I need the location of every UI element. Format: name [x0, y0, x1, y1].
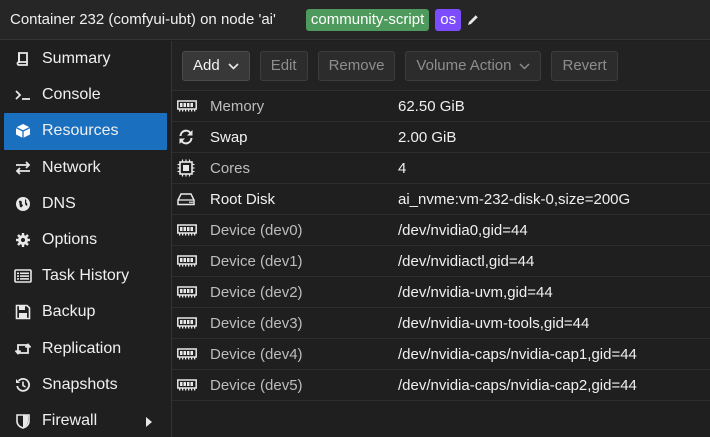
sidebar-item-task-history[interactable]: Task History	[0, 258, 171, 294]
sidebar-item-network[interactable]: Network	[0, 150, 171, 186]
row-value: /dev/nvidia0,gid=44	[398, 221, 528, 239]
row-value: /dev/nvidiactl,gid=44	[398, 252, 535, 270]
row-value: ai_nvme:vm-232-disk-0,size=200G	[398, 190, 631, 208]
sidebar-item-label: Backup	[42, 303, 96, 321]
refresh-icon	[172, 129, 210, 145]
sidebar: Summary Console Resources Network DNS Op…	[0, 41, 172, 437]
sidebar-item-label: Firewall	[42, 411, 98, 429]
row-value: /dev/nvidia-caps/nvidia-cap2,gid=44	[398, 376, 637, 394]
sidebar-item-snapshots[interactable]: Snapshots	[0, 367, 171, 403]
row-key: Swap	[210, 128, 248, 146]
row-key: Root Disk	[210, 190, 276, 208]
row-key: Memory	[210, 97, 265, 115]
book-icon	[13, 50, 33, 68]
revert-button[interactable]: Revert	[551, 50, 618, 81]
device-icon	[172, 286, 210, 298]
sidebar-item-console[interactable]: Console	[0, 77, 171, 113]
sidebar-item-label: DNS	[42, 194, 76, 212]
toolbar: Add Edit Remove Volume Action Revert	[172, 41, 710, 91]
cube-icon	[13, 122, 33, 140]
sidebar-item-options[interactable]: Options	[0, 222, 171, 258]
memory-icon	[172, 100, 210, 112]
row-key: Device (dev4)	[210, 345, 303, 363]
resources-grid: Memory 62.50 GiB Swap 2.00 GiB Cores 4 R…	[172, 91, 710, 437]
edit-button[interactable]: Edit	[259, 50, 308, 81]
row-key: Device (dev5)	[210, 376, 303, 394]
table-row[interactable]: Device (dev3) /dev/nvidia-uvm-tools,gid=…	[172, 308, 710, 339]
device-icon	[172, 255, 210, 267]
gear-icon	[13, 231, 33, 249]
sidebar-item-label: Task History	[42, 267, 130, 285]
device-icon	[172, 348, 210, 360]
volume-action-label: Volume Action	[416, 56, 512, 74]
table-row[interactable]: Device (dev5) /dev/nvidia-caps/nvidia-ca…	[172, 370, 710, 401]
terminal-icon	[13, 86, 33, 104]
remove-button-label: Remove	[328, 56, 385, 74]
row-key: Device (dev0)	[210, 221, 303, 239]
table-row[interactable]: Root Disk ai_nvme:vm-232-disk-0,size=200…	[172, 184, 710, 215]
device-icon	[172, 317, 210, 329]
table-row[interactable]: Swap 2.00 GiB	[172, 122, 710, 153]
row-key: Device (dev3)	[210, 314, 303, 332]
add-button-label: Add	[193, 56, 220, 74]
sidebar-item-summary[interactable]: Summary	[0, 41, 171, 77]
row-value: /dev/nvidia-uvm,gid=44	[398, 283, 553, 301]
row-key: Cores	[210, 159, 251, 177]
table-row[interactable]: Device (dev2) /dev/nvidia-uvm,gid=44	[172, 277, 710, 308]
shield-icon	[13, 412, 33, 430]
device-icon	[172, 224, 210, 236]
table-row[interactable]: Device (dev1) /dev/nvidiactl,gid=44	[172, 246, 710, 277]
sidebar-item-label: Network	[42, 158, 101, 176]
page-title: Container 232 (comfyui-ubt) on node 'ai'	[10, 11, 276, 28]
table-row[interactable]: Memory 62.50 GiB	[172, 91, 710, 122]
add-button[interactable]: Add	[182, 50, 250, 81]
volume-action-button[interactable]: Volume Action	[405, 50, 542, 81]
list-icon	[13, 267, 33, 285]
sidebar-item-label: Resources	[42, 122, 119, 140]
chevron-down-icon	[228, 52, 239, 80]
row-value: 62.50 GiB	[398, 97, 465, 115]
row-value: /dev/nvidia-caps/nvidia-cap1,gid=44	[398, 345, 637, 363]
title-bar: Container 232 (comfyui-ubt) on node 'ai'…	[0, 0, 710, 40]
sidebar-item-label: Snapshots	[42, 375, 118, 393]
row-value: 4	[398, 159, 407, 177]
globe-icon	[13, 195, 33, 213]
revert-button-label: Revert	[562, 56, 607, 74]
exchange-icon	[13, 159, 33, 177]
row-value: /dev/nvidia-uvm-tools,gid=44	[398, 314, 590, 332]
sidebar-item-firewall[interactable]: Firewall	[0, 403, 171, 437]
hdd-icon	[172, 192, 210, 206]
sidebar-item-dns[interactable]: DNS	[0, 186, 171, 222]
chevron-down-icon	[519, 52, 530, 80]
history-icon	[13, 376, 33, 394]
device-icon	[172, 379, 210, 391]
table-row[interactable]: Cores 4	[172, 153, 710, 184]
row-key: Device (dev2)	[210, 283, 303, 301]
edit-button-label: Edit	[270, 56, 297, 74]
sidebar-item-replication[interactable]: Replication	[0, 331, 171, 367]
sidebar-item-label: Replication	[42, 339, 122, 357]
retweet-icon	[13, 340, 33, 358]
sidebar-item-resources[interactable]: Resources	[4, 113, 167, 150]
sidebar-item-label: Options	[42, 231, 98, 249]
floppy-icon	[13, 303, 33, 321]
sidebar-item-backup[interactable]: Backup	[0, 294, 171, 330]
cpu-icon	[172, 159, 210, 177]
table-row[interactable]: Device (dev0) /dev/nvidia0,gid=44	[172, 215, 710, 246]
tag-os[interactable]: os	[435, 8, 462, 31]
edit-tags-icon[interactable]	[466, 13, 480, 27]
remove-button[interactable]: Remove	[317, 50, 396, 81]
table-row[interactable]: Device (dev4) /dev/nvidia-caps/nvidia-ca…	[172, 339, 710, 370]
sidebar-item-label: Console	[42, 86, 101, 104]
caret-right-icon[interactable]	[145, 415, 153, 433]
row-key: Device (dev1)	[210, 252, 303, 270]
sidebar-item-label: Summary	[42, 50, 111, 68]
row-value: 2.00 GiB	[398, 128, 457, 146]
tag-community-script[interactable]: community-script	[305, 8, 430, 31]
